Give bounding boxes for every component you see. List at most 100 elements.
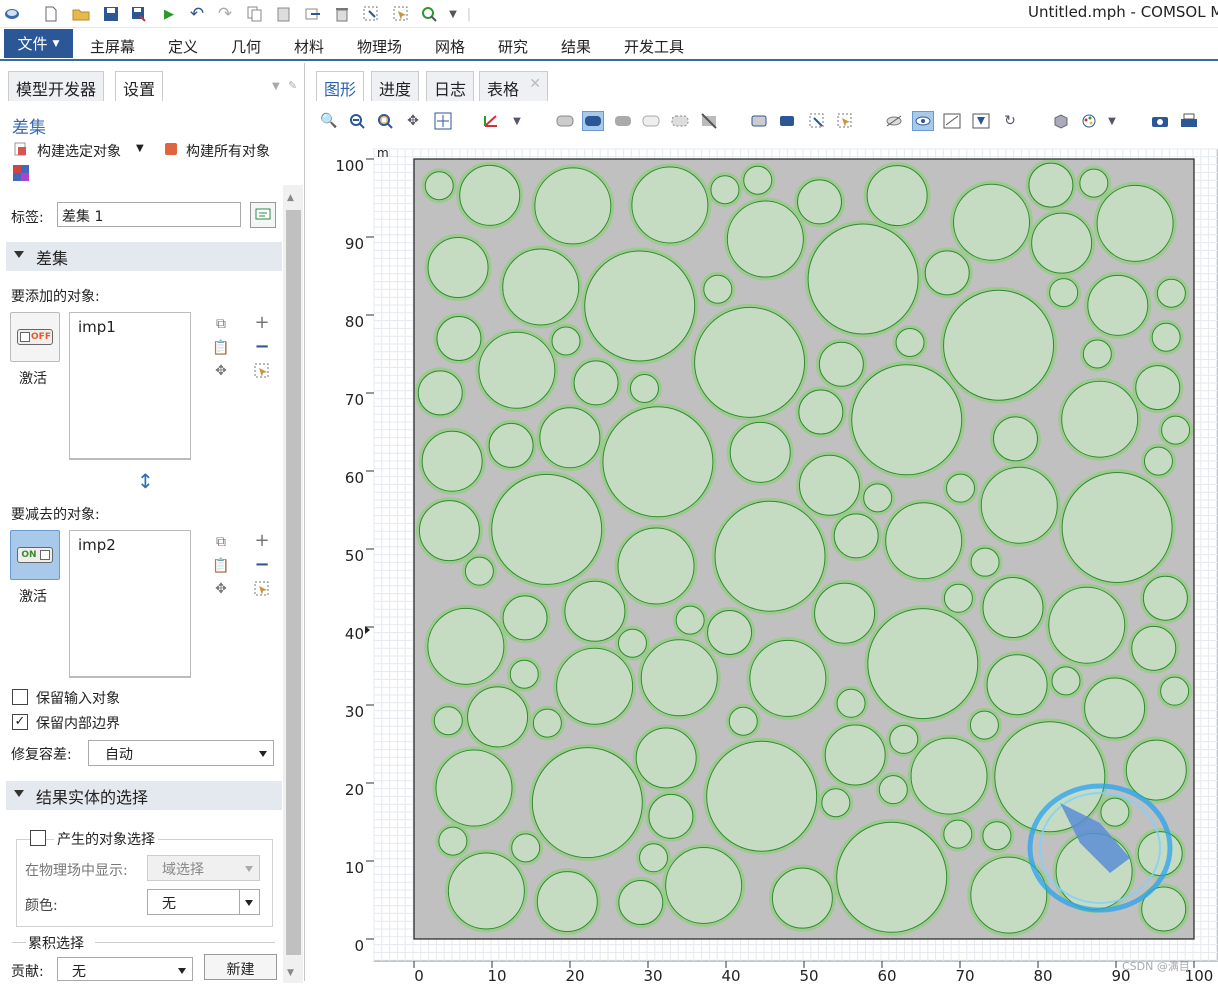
- tab-table[interactable]: 表格 ✕: [479, 71, 549, 101]
- list-item[interactable]: imp1: [78, 318, 116, 336]
- view-eye-icon[interactable]: [912, 111, 934, 131]
- copy-icon[interactable]: ⧉: [211, 533, 231, 551]
- tab-progress[interactable]: 进度: [371, 71, 420, 101]
- contribute-select[interactable]: 无: [57, 957, 193, 981]
- ribbon-tab-definitions[interactable]: 定义: [168, 36, 198, 57]
- geometry-cube-icon[interactable]: [12, 164, 30, 186]
- chevron-down-icon[interactable]: ▼: [506, 111, 528, 131]
- swap-arrows-icon[interactable]: ↕: [137, 469, 154, 493]
- ribbon-tab-developer[interactable]: 开发工具: [624, 36, 684, 57]
- ribbon-tab-materials[interactable]: 材料: [294, 36, 324, 57]
- pin-icon[interactable]: ✎: [288, 79, 297, 92]
- activate-selection-icon[interactable]: [252, 362, 272, 380]
- chevron-down-icon[interactable]: ▼: [136, 143, 144, 154]
- new-button[interactable]: 新建: [204, 954, 277, 980]
- file-menu-button[interactable]: 文件 ▼: [4, 29, 73, 58]
- zoom-out-icon[interactable]: [346, 111, 368, 131]
- zoom-selected-icon[interactable]: ✥: [402, 111, 424, 131]
- label-edit-icon[interactable]: [250, 202, 276, 228]
- select-icon[interactable]: [362, 5, 380, 23]
- hide-entities-icon[interactable]: [883, 111, 905, 131]
- save-as-icon[interactable]: [130, 5, 148, 23]
- wireframe-icon[interactable]: [554, 111, 576, 131]
- build-selected-button[interactable]: 构建选定对象: [37, 141, 121, 161]
- geometry-plot[interactable]: m 100 90 80 70 60 50 40 30 20 10 0 0 10 …: [310, 143, 1218, 985]
- section-result-selection[interactable]: 结果实体的选择: [6, 781, 282, 810]
- camera-icon[interactable]: [1149, 111, 1171, 131]
- select-domains-icon[interactable]: [776, 111, 798, 131]
- new-file-icon[interactable]: [42, 5, 60, 23]
- generate-selection-checkbox[interactable]: [30, 830, 46, 846]
- keep-interior-checkbox[interactable]: ✓: [12, 714, 28, 730]
- render-edges-icon[interactable]: [669, 111, 691, 131]
- show-axis-icon[interactable]: [970, 111, 992, 131]
- ribbon-tab-geometry[interactable]: 几何: [231, 36, 261, 57]
- render-mode-icon[interactable]: [582, 111, 604, 131]
- add-icon[interactable]: +: [252, 530, 272, 551]
- zoom-selected-icon[interactable]: ✥: [211, 580, 231, 598]
- remove-icon[interactable]: −: [252, 554, 272, 575]
- build-all-button[interactable]: 构建所有对象: [186, 141, 270, 161]
- keep-input-checkbox[interactable]: [12, 689, 28, 705]
- tab-settings[interactable]: 设置: [115, 71, 164, 101]
- panel-menu-icon[interactable]: ▼: [272, 81, 280, 92]
- subtract-objects-activate-toggle[interactable]: ON: [10, 530, 60, 580]
- print-icon[interactable]: [1178, 111, 1200, 131]
- chevron-down-icon[interactable]: ▼: [1101, 111, 1123, 131]
- reset-view-icon[interactable]: ↻: [999, 111, 1021, 131]
- select-box-icon[interactable]: [806, 111, 828, 131]
- tab-graphics[interactable]: 图形: [316, 71, 365, 101]
- list-item[interactable]: imp2: [78, 536, 116, 554]
- ribbon-tab-results[interactable]: 结果: [561, 36, 591, 57]
- scene-light-icon[interactable]: [1050, 111, 1072, 131]
- close-icon[interactable]: ✕: [529, 76, 541, 92]
- zoom-in-icon[interactable]: 🔍: [318, 111, 340, 131]
- undo-icon[interactable]: ↶: [188, 4, 206, 24]
- open-folder-icon[interactable]: [72, 5, 90, 23]
- geometry-canvas[interactable]: [310, 143, 1218, 981]
- delete-icon[interactable]: [333, 5, 351, 23]
- zoom-extents-icon[interactable]: [432, 111, 454, 131]
- axis-orientation-icon[interactable]: [480, 111, 502, 131]
- ribbon-tab-physics[interactable]: 物理场: [357, 36, 402, 57]
- solid-render-icon[interactable]: [612, 111, 634, 131]
- pointer-icon[interactable]: [392, 5, 410, 23]
- paste-icon[interactable]: 📋: [211, 339, 231, 357]
- repair-tolerance-select[interactable]: 自动: [88, 740, 274, 766]
- save-icon[interactable]: [102, 5, 120, 23]
- scrollbar-thumb[interactable]: [286, 210, 301, 955]
- copy-icon[interactable]: [246, 5, 264, 23]
- select-pointer-icon[interactable]: [834, 111, 856, 131]
- scroll-up-icon[interactable]: ▲: [287, 193, 294, 203]
- color-select[interactable]: 无: [147, 889, 260, 915]
- select-boundaries-icon[interactable]: [748, 111, 770, 131]
- show-in-physics-select[interactable]: 域选择: [147, 855, 260, 881]
- transparency-icon[interactable]: [640, 111, 662, 131]
- duplicate-icon[interactable]: [304, 5, 322, 23]
- paste-icon[interactable]: 📋: [211, 557, 231, 575]
- subtract-objects-list[interactable]: imp2: [69, 530, 191, 678]
- paste-icon[interactable]: [275, 5, 293, 23]
- label-input[interactable]: 差集 1: [57, 202, 241, 227]
- tab-model-builder[interactable]: 模型开发器: [8, 71, 105, 101]
- activate-selection-icon[interactable]: [252, 580, 272, 598]
- show-grid-icon[interactable]: [941, 111, 963, 131]
- add-objects-activate-toggle[interactable]: OFF: [10, 312, 60, 362]
- section-difference[interactable]: 差集: [6, 242, 282, 271]
- copy-icon[interactable]: ⧉: [211, 315, 231, 333]
- hide-geometry-icon[interactable]: [698, 111, 720, 131]
- remove-icon[interactable]: −: [252, 336, 272, 357]
- ribbon-tab-mesh[interactable]: 网格: [435, 36, 465, 57]
- zoom-selected-icon[interactable]: ✥: [211, 362, 231, 380]
- tab-log[interactable]: 日志: [426, 71, 475, 101]
- run-icon[interactable]: ▶: [160, 5, 178, 23]
- zoom-box-icon[interactable]: [374, 111, 396, 131]
- add-objects-list[interactable]: imp1: [69, 312, 191, 460]
- ribbon-tab-study[interactable]: 研究: [498, 36, 528, 57]
- color-table-icon[interactable]: [1078, 111, 1100, 131]
- add-icon[interactable]: +: [252, 312, 272, 333]
- zoom-select-icon[interactable]: [420, 5, 438, 23]
- redo-icon[interactable]: ↷: [216, 4, 234, 24]
- ribbon-tab-home[interactable]: 主屏幕: [90, 36, 135, 57]
- scroll-down-icon[interactable]: ▼: [287, 968, 294, 978]
